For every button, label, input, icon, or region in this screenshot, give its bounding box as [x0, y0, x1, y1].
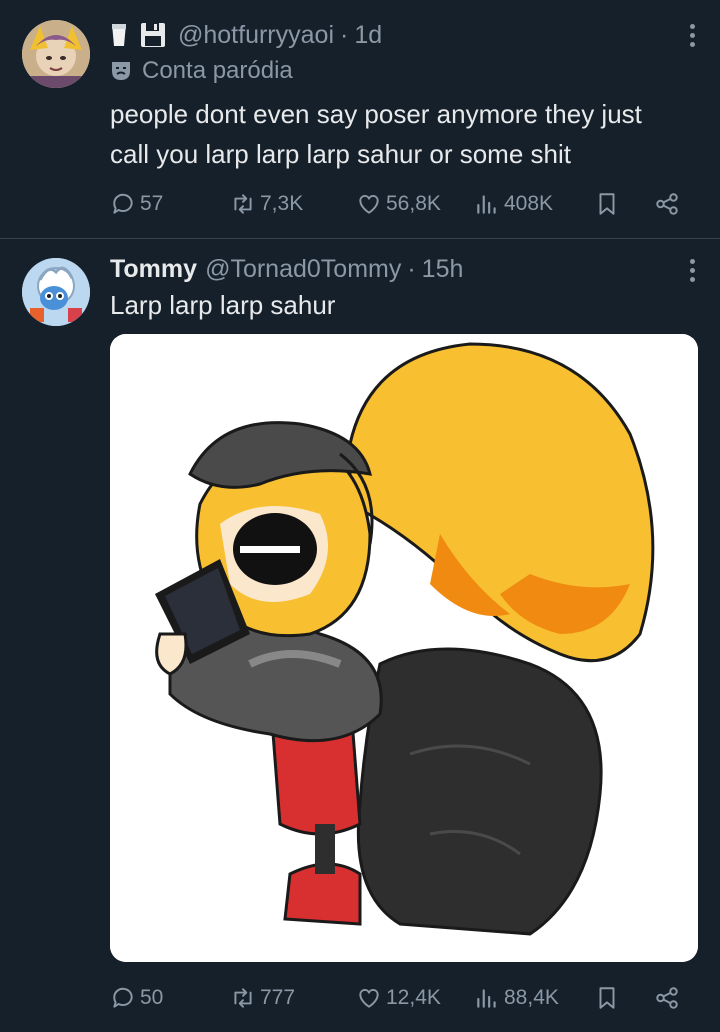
like-button[interactable]: 12,4K: [356, 980, 441, 1016]
reply-button[interactable]: 57: [110, 186, 163, 222]
handle[interactable]: @Tornad0Tommy: [205, 255, 401, 284]
reply-count: 57: [140, 192, 164, 215]
repost-button[interactable]: 7,3K: [230, 186, 303, 222]
repost-button[interactable]: 777: [230, 980, 295, 1016]
views-icon: [477, 989, 496, 1008]
repost-count: 777: [260, 986, 296, 1009]
share-icon: [656, 193, 678, 215]
theater-mask-icon: [110, 60, 132, 82]
tweet-hotfurryyaoi[interactable]: @hotfurryyaoi · 1d Conta paródia people …: [0, 0, 720, 238]
repost-icon: [234, 988, 252, 1008]
like-button[interactable]: 56,8K: [356, 186, 441, 222]
bookmark-icon: [599, 987, 615, 1009]
reply-icon: [113, 193, 133, 214]
display-name[interactable]: Tommy: [110, 255, 197, 284]
view-count: 408K: [504, 192, 554, 215]
avatar[interactable]: [22, 258, 90, 326]
views-button[interactable]: 408K: [474, 186, 553, 222]
tweet-text-line: people dont even say poser anymore they …: [110, 99, 642, 129]
views-button[interactable]: 88,4K: [474, 980, 559, 1016]
heart-icon: [359, 989, 379, 1008]
views-icon: [477, 195, 496, 214]
reply-button[interactable]: 50: [110, 980, 163, 1016]
tweet-text: Larp larp larp sahur: [110, 290, 336, 320]
tweet-text-line: call you larp larp larp sahur or some sh…: [110, 139, 571, 169]
bookmark-button[interactable]: [594, 186, 624, 222]
parody-label-row: Conta paródia: [110, 55, 293, 87]
milk-glass-icon: [110, 22, 128, 48]
share-icon: [656, 987, 678, 1009]
repost-icon: [234, 194, 252, 214]
share-button[interactable]: [654, 980, 684, 1016]
separator: ·: [340, 20, 349, 49]
tweet-header: Tommy @Tornad0Tommy · 15h: [110, 252, 463, 286]
floppy-disk-icon: [140, 22, 166, 48]
tweet-header: @hotfurryyaoi · 1d: [110, 18, 382, 52]
like-count: 12,4K: [386, 986, 441, 1009]
view-count: 88,4K: [504, 986, 559, 1009]
parody-label: Conta paródia: [142, 57, 293, 84]
timestamp[interactable]: 1d: [354, 21, 382, 50]
like-count: 56,8K: [386, 192, 441, 215]
reply-icon: [113, 987, 133, 1008]
avatar[interactable]: [22, 20, 90, 88]
repost-count: 7,3K: [260, 192, 304, 215]
reply-count: 50: [140, 986, 164, 1009]
heart-icon: [359, 195, 379, 214]
bookmark-icon: [599, 193, 615, 215]
bookmark-button[interactable]: [594, 980, 624, 1016]
timestamp[interactable]: 15h: [422, 255, 464, 284]
action-bar: 50 777 12,4K 88,4K: [110, 980, 690, 1016]
share-button[interactable]: [654, 186, 684, 222]
action-bar: 57 7,3K 56,8K 408K: [110, 186, 690, 222]
cartoon-illustration: [110, 334, 698, 962]
tweet-text: people dont even say poser anymore they …: [110, 94, 642, 174]
media-image[interactable]: [110, 334, 698, 962]
separator: ·: [407, 254, 416, 283]
more-options-icon[interactable]: [690, 24, 696, 51]
more-options-icon[interactable]: [690, 259, 696, 286]
handle[interactable]: @hotfurryyaoi: [178, 21, 334, 50]
